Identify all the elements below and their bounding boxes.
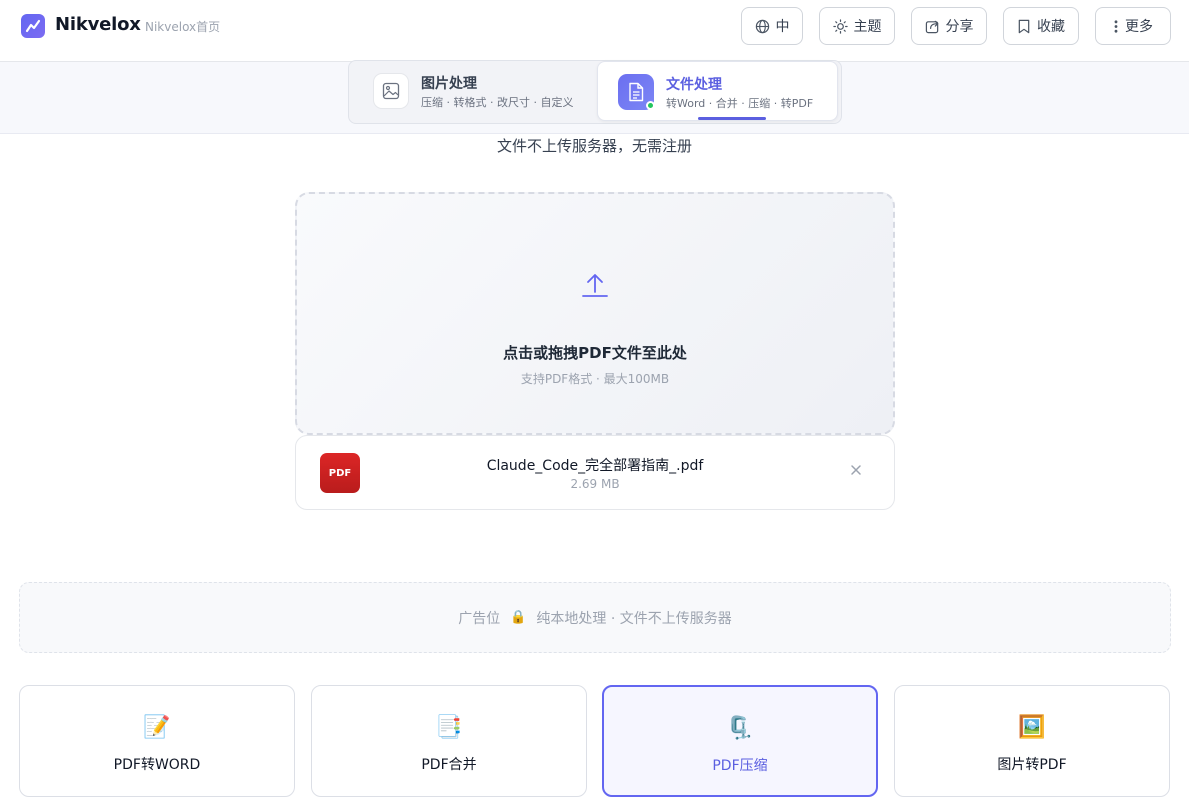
logo-icon[interactable] xyxy=(21,14,45,38)
tool-pdf-compress[interactable]: 🗜️ PDF压缩 xyxy=(602,685,878,797)
tool-image-to-pdf[interactable]: 🖼️ 图片转PDF xyxy=(894,685,1170,797)
tool-label: PDF转WORD xyxy=(113,757,201,773)
brand-name[interactable]: Nikvelox xyxy=(55,14,141,35)
theme-label: 主题 xyxy=(853,19,882,35)
globe-icon xyxy=(755,19,770,34)
close-icon xyxy=(851,465,861,475)
file-name: Claude_Code_完全部署指南_.pdf xyxy=(486,458,704,474)
more-label: 更多 xyxy=(1125,19,1153,35)
lock-icon: 🔒 xyxy=(510,610,527,625)
tab-title: 图片处理 xyxy=(421,76,477,92)
ad-label: 广告位 xyxy=(458,610,501,627)
pages-icon: 📑 xyxy=(435,715,463,740)
more-button[interactable]: 更多 xyxy=(1095,7,1171,45)
tab-image-processing[interactable]: 图片处理 压缩 · 转格式 · 改尺寸 · 自定义 xyxy=(349,61,597,121)
home-link[interactable]: Nikvelox首页 xyxy=(145,18,220,35)
tab-subtitle: 压缩 · 转格式 · 改尺寸 · 自定义 xyxy=(421,96,574,109)
theme-button[interactable]: 主题 xyxy=(819,7,895,45)
memo-icon: 📝 xyxy=(143,715,171,740)
sun-icon xyxy=(832,18,848,34)
tool-label: PDF压缩 xyxy=(712,758,768,774)
file-size: 2.69 MB xyxy=(570,477,620,491)
tab-group: 图片处理 压缩 · 转格式 · 改尺寸 · 自定义 文件处理 转Word · 合… xyxy=(348,60,842,124)
share-button[interactable]: 分享 xyxy=(911,7,987,45)
bookmark-label: 收藏 xyxy=(1037,19,1065,35)
tab-subtitle: 转Word · 合并 · 压缩 · 转PDF xyxy=(666,97,814,110)
share-label: 分享 xyxy=(945,19,974,35)
tab-bar: 图片处理 压缩 · 转格式 · 改尺寸 · 自定义 文件处理 转Word · 合… xyxy=(0,60,1189,134)
tab-file-processing[interactable]: 文件处理 转Word · 合并 · 压缩 · 转PDF xyxy=(597,61,838,121)
top-header: Nikvelox Nikvelox首页 中 主题 分享 收藏 更多 xyxy=(0,0,1189,62)
ad-banner: 广告位 🔒 纯本地处理 · 文件不上传服务器 xyxy=(19,582,1171,653)
upload-icon xyxy=(581,272,609,302)
dropzone-title: 点击或拖拽PDF文件至此处 xyxy=(503,344,687,362)
remove-file-button[interactable] xyxy=(848,463,864,479)
tool-label: 图片转PDF xyxy=(997,757,1067,773)
bookmark-icon xyxy=(1017,19,1031,34)
ad-text: 纯本地处理 · 文件不上传服务器 xyxy=(536,610,732,627)
share-icon xyxy=(925,19,940,34)
active-status-dot xyxy=(646,101,655,110)
active-tab-indicator xyxy=(698,117,766,120)
tool-label: PDF合并 xyxy=(421,757,477,773)
tool-pdf-to-word[interactable]: 📝 PDF转WORD xyxy=(19,685,295,797)
selected-file-card: PDF Claude_Code_完全部署指南_.pdf 2.69 MB xyxy=(295,435,895,510)
document-icon xyxy=(618,74,655,110)
picture-icon: 🖼️ xyxy=(1018,715,1046,740)
language-label: 中 xyxy=(775,19,790,35)
clamp-icon: 🗜️ xyxy=(726,716,754,741)
language-button[interactable]: 中 xyxy=(741,7,803,45)
bookmark-button[interactable]: 收藏 xyxy=(1003,7,1079,45)
tab-title: 文件处理 xyxy=(666,77,722,93)
more-vertical-icon xyxy=(1113,19,1119,34)
image-icon xyxy=(373,73,409,109)
pdf-dropzone[interactable]: 点击或拖拽PDF文件至此处 支持PDF格式 · 最大100MB xyxy=(295,192,895,435)
tool-pdf-merge[interactable]: 📑 PDF合并 xyxy=(311,685,587,797)
dropzone-hint: 支持PDF格式 · 最大100MB xyxy=(520,372,670,386)
privacy-note: 文件不上传服务器，无需注册 xyxy=(496,137,692,155)
